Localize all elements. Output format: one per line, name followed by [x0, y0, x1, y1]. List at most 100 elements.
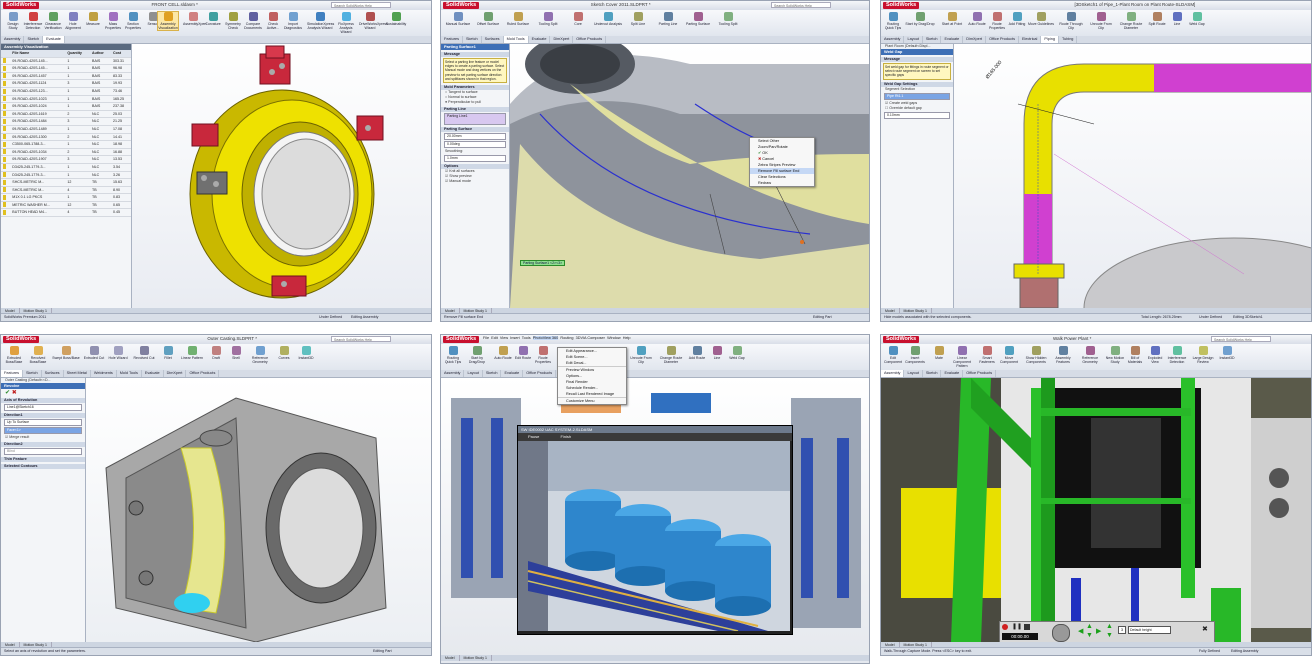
ribbon-button[interactable]: Start by Drag/Drop [463, 346, 491, 364]
ribbon-button[interactable]: Manual Surface [443, 12, 473, 26]
ribbon-button[interactable]: Curves [275, 346, 293, 360]
ribbon-button[interactable]: Design Study [3, 12, 23, 30]
tab[interactable]: Sketch [483, 370, 502, 377]
ribbon-button[interactable]: Extruded Cut [83, 346, 105, 360]
ribbon-button[interactable]: SimulationXpress Analysis Wizard [307, 12, 334, 30]
parting-line-field[interactable]: Parting Line1 [444, 113, 506, 126]
ribbon-button-assembly-visualization[interactable]: Assembly Visualization [157, 11, 179, 31]
ribbon-button[interactable]: Assembly Features [1051, 346, 1075, 364]
tab-assembly[interactable]: Assembly [1, 36, 25, 43]
tab[interactable]: Layout [904, 36, 923, 43]
tab-sketch[interactable]: Sketch [24, 36, 44, 43]
tab[interactable]: Assembly [881, 36, 905, 43]
tab[interactable]: Assembly [441, 370, 465, 377]
graphics-area[interactable]: Parting Surface1 <2><3> [510, 44, 869, 308]
ribbon-button[interactable]: Insert Components [903, 346, 927, 364]
tab-model[interactable]: Model [441, 655, 460, 661]
record-icon[interactable] [1002, 624, 1008, 630]
ribbon-button[interactable]: Route Properties [533, 346, 553, 364]
tab[interactable]: Sketch [923, 36, 942, 43]
ribbon-button[interactable]: Auto Route [967, 12, 987, 26]
ribbon-button[interactable]: Undercut Analysis [593, 12, 623, 26]
tab[interactable]: Surfaces [42, 370, 64, 377]
axis-field[interactable]: Line1@Sketch16 [4, 404, 82, 411]
ribbon-button[interactable]: Hole Wizard [107, 346, 129, 360]
ribbon-button[interactable]: Extruded Boss/Base [3, 346, 25, 364]
ribbon-button[interactable]: Fillet [159, 346, 177, 360]
ribbon-button[interactable]: Interference Detection [1165, 346, 1189, 364]
table-row[interactable]: D3425-245-1779-3... 1 NLC 3.54 [1, 163, 131, 172]
tab[interactable]: Sketch [463, 36, 482, 43]
ribbon-button[interactable]: Check Active... [263, 12, 283, 30]
segment-selection-field[interactable]: Pipe Rt1.1 [884, 92, 950, 100]
ribbon-button[interactable]: Large Design Review [1191, 346, 1215, 364]
column-header[interactable]: Cost [111, 50, 131, 58]
search-input[interactable]: Search SolidWorks Help [771, 2, 831, 8]
graphics-area[interactable] [881, 378, 1311, 642]
table-row[interactable]: 09-ROAD-420S-145... 1 BAIS 303.31 [1, 57, 131, 66]
ribbon-button[interactable]: Add Route [687, 346, 707, 360]
radio-perpendicular[interactable]: ● Perpendicular to pull [441, 100, 509, 105]
menu-3dvia[interactable]: 3DVIA Composer [576, 336, 605, 340]
ribbon-button[interactable]: Import Diagnostics [283, 12, 303, 30]
tab[interactable]: Weldments [91, 370, 117, 377]
ribbon-button[interactable]: Linear Pattern [179, 346, 205, 360]
tab[interactable]: Office Products [963, 370, 997, 377]
ribbon-button[interactable]: Route Through Clip [1057, 12, 1085, 30]
search-input[interactable]: Search SolidWorks Help [331, 2, 391, 8]
arrow-down-icon[interactable]: ▼ [1086, 632, 1093, 639]
tab[interactable]: Office Products [573, 36, 607, 43]
ribbon-button[interactable]: Mass Properties [103, 12, 123, 30]
menu-help[interactable]: Help [623, 336, 631, 340]
tab[interactable]: Office Products [186, 370, 220, 377]
height-field[interactable]: Default height [1128, 626, 1171, 634]
tab[interactable]: Mold Tools [117, 370, 142, 377]
tab-mold-tools[interactable]: Mold Tools [503, 36, 529, 43]
ribbon-button[interactable]: Routing Quick Tips [443, 346, 463, 364]
finish-button[interactable]: Finish [560, 434, 571, 439]
tab[interactable]: Sketch [923, 370, 942, 377]
ribbon-button[interactable]: Mate [929, 346, 949, 360]
arrow-left-icon[interactable]: ◀ [1078, 627, 1083, 635]
menu-tools[interactable]: Tools [522, 336, 531, 340]
gap-value-field[interactable]: 0.10mm [884, 111, 950, 119]
ribbon-button[interactable]: Tooling Split [713, 12, 743, 26]
tab[interactable]: Office Products [986, 36, 1019, 43]
tab[interactable]: Sketch [23, 370, 42, 377]
table-row[interactable]: 09-ROAD-420S-145... 1 BAIS 96.98 [1, 64, 131, 73]
checkbox-override-gap[interactable]: ☐ Override default gap [881, 106, 953, 111]
ribbon-button[interactable]: Sustainability [385, 12, 407, 26]
tab[interactable]: Electrical [1019, 36, 1042, 43]
ribbon-button[interactable]: Ruled Surface [503, 12, 533, 26]
menu-file[interactable]: File [483, 336, 489, 340]
tab[interactable]: Sheet Metal [64, 370, 91, 377]
ribbon-button[interactable]: Offset Surface [473, 12, 503, 26]
table-row[interactable]: 09-ROAD-420S-1907 3 NLC 13.53 [1, 155, 131, 164]
tab[interactable]: Layout [464, 370, 483, 377]
search-input[interactable]: Search SolidWorks Help [331, 336, 391, 342]
tab[interactable]: Office Products [523, 370, 557, 377]
ribbon-button[interactable]: Parting Line [653, 12, 683, 26]
ribbon-button[interactable]: Reference Geometry [1077, 346, 1103, 364]
table-row[interactable]: 09-ROAD-420S-1024 1 BAIS 237.38 [1, 102, 131, 111]
table-row[interactable]: C3500-065-1788-3... 1 NLC 18.98 [1, 140, 131, 149]
tab[interactable]: Evaluate [941, 36, 964, 43]
table-row[interactable]: SHCS-METRIC M... 4 TB 8.90 [1, 186, 131, 195]
smoothing-field[interactable]: 1.0mm [444, 155, 506, 163]
search-input[interactable]: Search SolidWorks Help [1211, 336, 1271, 342]
ribbon-button[interactable]: Add Fitting [1007, 12, 1027, 26]
menu-window[interactable]: Window [607, 336, 621, 340]
tab-piping[interactable]: Piping [1041, 36, 1059, 43]
table-row[interactable]: 09-ROAD-420S-1124 3 BAIS 19.93 [1, 79, 131, 88]
tab-features[interactable]: Features [1, 370, 23, 377]
menu-routing[interactable]: Routing [560, 336, 573, 340]
graphics-area[interactable]: Ø165.000 [954, 44, 1311, 308]
ribbon-button[interactable]: Clearance Verification [43, 12, 63, 30]
ribbon-button[interactable]: Route Properties [987, 12, 1007, 30]
tab[interactable]: Evaluate [941, 370, 964, 377]
ribbon-button[interactable]: Change Route Diameter [657, 346, 685, 364]
pause-icon[interactable]: ❚❚ [1012, 623, 1022, 630]
tab-assembly[interactable]: Assembly [881, 370, 905, 377]
table-row[interactable]: 09-ROAD-420S-1489 1 NLC 17.08 [1, 125, 131, 134]
ribbon-button[interactable]: Auto Route [493, 346, 513, 360]
